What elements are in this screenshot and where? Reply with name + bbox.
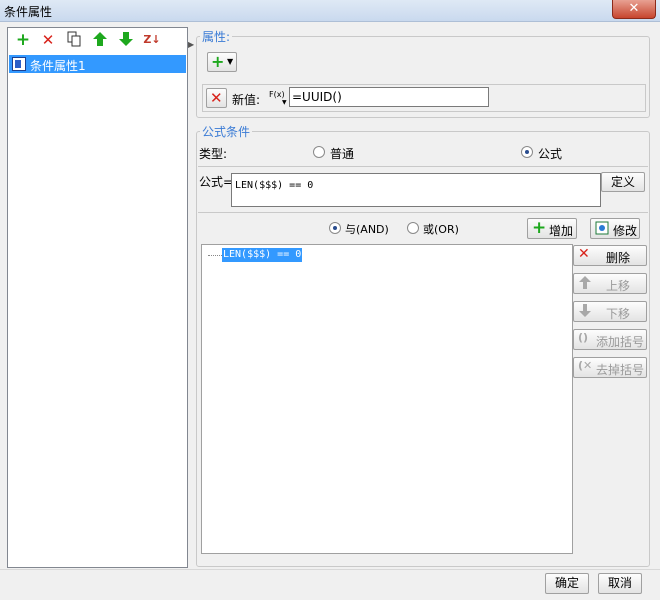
move-up-icon[interactable]	[91, 31, 109, 49]
move-down-button[interactable]: 下移	[573, 301, 647, 322]
formula-group-title: 公式条件	[200, 123, 253, 140]
list-item[interactable]: LEN($$$) == 0	[222, 248, 303, 262]
fx-button[interactable]: F(x)	[269, 90, 285, 99]
radio-and[interactable]	[329, 222, 341, 234]
add-property-dropdown[interactable]: + ▼	[207, 52, 237, 72]
radio-normal-label: 普通	[330, 147, 355, 161]
new-value-label: 新值:	[232, 93, 261, 107]
divider	[198, 212, 648, 213]
formula-input[interactable]: LEN($$$) == 0	[231, 173, 601, 207]
arrow-down-icon	[578, 303, 592, 322]
arrow-up-icon	[578, 275, 592, 294]
remove-parentheses-icon: (✕	[578, 359, 593, 372]
new-value-row: ✕ 新值: F(x) ▼ =UUID()	[202, 84, 646, 112]
add-condition-button[interactable]: + 增加	[527, 218, 577, 239]
radio-formula[interactable]	[521, 146, 533, 158]
define-button[interactable]: 定义	[601, 172, 645, 192]
cancel-button[interactable]: 取消	[598, 573, 642, 594]
title-bar: 条件属性 ✕	[0, 0, 660, 22]
radio-formula-label: 公式	[538, 147, 563, 161]
edit-condition-button[interactable]: 修改	[590, 218, 640, 239]
radio-or-label: 或(OR)	[423, 223, 459, 236]
copy-icon[interactable]	[65, 31, 83, 49]
condition-tree-panel: + ✕ Z↓ 条件属性1	[7, 27, 188, 568]
tree-item-condition-1[interactable]: 条件属性1	[9, 55, 186, 73]
edit-icon	[595, 221, 609, 239]
remove-parentheses-button[interactable]: (✕ 去掉括号	[573, 357, 647, 378]
chevron-down-icon: ▼	[227, 57, 234, 66]
fx-dropdown-icon: ▼	[282, 99, 287, 106]
tree-item-label: 条件属性1	[30, 59, 86, 73]
plus-icon: +	[211, 52, 225, 71]
radio-and-label: 与(AND)	[345, 223, 389, 236]
new-value-field[interactable]: =UUID()	[289, 87, 489, 107]
splitter-arrow-icon[interactable]: ▶	[188, 40, 194, 50]
condition-icon	[12, 57, 26, 71]
radio-normal[interactable]	[313, 146, 325, 158]
window-title: 条件属性	[4, 5, 53, 19]
tree-connector	[208, 255, 222, 256]
add-icon[interactable]: +	[14, 31, 32, 49]
move-down-icon[interactable]	[117, 31, 135, 49]
plus-icon: +	[532, 218, 547, 238]
delete-condition-button[interactable]: ✕ 删除	[573, 245, 647, 266]
radio-or[interactable]	[407, 222, 419, 234]
close-button[interactable]: ✕	[612, 0, 656, 19]
properties-group-title: 属性:	[200, 28, 233, 45]
x-icon: ✕	[578, 246, 590, 262]
move-up-button[interactable]: 上移	[573, 273, 647, 294]
sort-icon[interactable]: Z↓	[143, 31, 161, 49]
ok-button[interactable]: 确定	[545, 573, 589, 594]
formula-label: 公式=	[199, 175, 234, 189]
footer-divider	[0, 569, 660, 570]
tree-toolbar: + ✕ Z↓	[8, 28, 187, 52]
add-parentheses-button[interactable]: () 添加括号	[573, 329, 647, 350]
parentheses-icon: ()	[578, 331, 589, 344]
remove-property-button[interactable]: ✕	[206, 88, 227, 108]
divider	[198, 166, 648, 167]
type-label: 类型:	[199, 147, 228, 161]
delete-icon[interactable]: ✕	[39, 31, 57, 49]
condition-list[interactable]: LEN($$$) == 0	[201, 244, 573, 554]
x-icon: ✕	[210, 89, 223, 107]
